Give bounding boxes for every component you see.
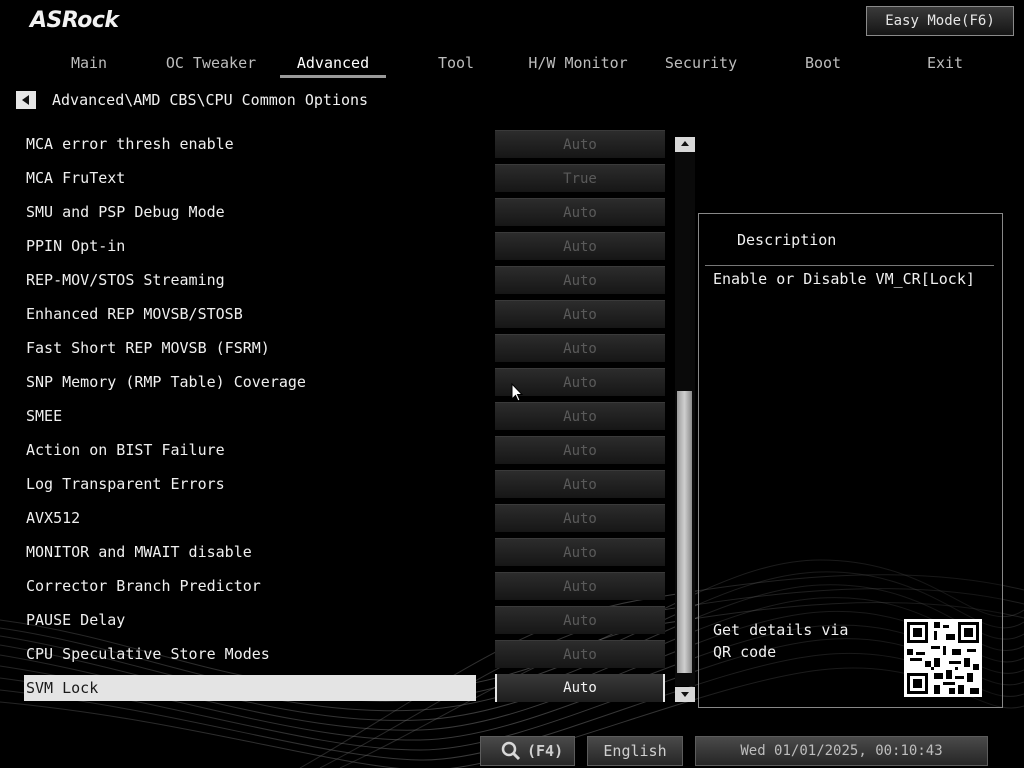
tab-boot[interactable]: Boot (762, 52, 884, 78)
setting-row[interactable]: SMEE (24, 403, 476, 429)
setting-value[interactable]: Auto (495, 402, 665, 430)
setting-label: PAUSE Delay (26, 611, 126, 629)
setting-row[interactable]: Fast Short REP MOVSB (FSRM) (24, 335, 476, 361)
setting-label: SNP Memory (RMP Table) Coverage (26, 373, 306, 391)
setting-row[interactable]: PAUSE Delay (24, 607, 476, 633)
setting-label: Action on BIST Failure (26, 441, 225, 459)
scroll-up-icon[interactable] (675, 137, 695, 152)
setting-value[interactable]: Auto (495, 130, 665, 158)
setting-row[interactable]: Log Transparent Errors (24, 471, 476, 497)
setting-value[interactable]: Auto (495, 504, 665, 532)
setting-label: PPIN Opt-in (26, 237, 126, 255)
tab-exit[interactable]: Exit (884, 52, 1006, 78)
setting-value[interactable]: Auto (495, 606, 665, 634)
breadcrumb: Advanced\AMD CBS\CPU Common Options (52, 91, 369, 109)
setting-value[interactable]: Auto (495, 300, 665, 328)
description-title: Description (737, 231, 837, 249)
mouse-cursor-icon (511, 383, 523, 402)
back-arrow-icon[interactable] (16, 91, 36, 109)
setting-label: REP-MOV/STOS Streaming (26, 271, 225, 289)
setting-label: Corrector Branch Predictor (26, 577, 261, 595)
setting-value[interactable]: True (495, 164, 665, 192)
setting-label: Log Transparent Errors (26, 475, 225, 493)
setting-row[interactable]: MONITOR and MWAIT disable (24, 539, 476, 565)
scrollbar-thumb[interactable] (677, 391, 692, 673)
setting-label: SMU and PSP Debug Mode (26, 203, 225, 221)
tab-main[interactable]: Main (28, 52, 150, 78)
tab-advanced[interactable]: Advanced (272, 52, 394, 78)
setting-label: Enhanced REP MOVSB/STOSB (26, 305, 243, 323)
setting-row[interactable]: REP-MOV/STOS Streaming (24, 267, 476, 293)
setting-label: AVX512 (26, 509, 81, 527)
setting-value[interactable]: Auto (495, 334, 665, 362)
search-key-label: (F4) (527, 742, 564, 760)
setting-row[interactable]: PPIN Opt-in (24, 233, 476, 259)
setting-label: SVM Lock (26, 679, 99, 697)
setting-value[interactable]: Auto (495, 232, 665, 260)
easy-mode-button[interactable]: Easy Mode(F6) (866, 6, 1014, 36)
setting-value[interactable]: Auto (495, 266, 665, 294)
tab-tool[interactable]: Tool (395, 52, 517, 78)
main-tabs: Main OC Tweaker Advanced Tool H/W Monito… (28, 52, 1024, 78)
setting-row[interactable]: AVX512 (24, 505, 476, 531)
setting-label: MCA error thresh enable (26, 135, 234, 153)
datetime-display: Wed 01/01/2025, 00:10:43 (695, 736, 988, 766)
setting-row[interactable]: MCA FruText (24, 165, 476, 191)
setting-label: MCA FruText (26, 169, 126, 187)
qr-code-icon (904, 619, 982, 697)
setting-row[interactable]: SMU and PSP Debug Mode (24, 199, 476, 225)
description-panel: Description Enable or Disable VM_CR[Lock… (698, 213, 1003, 708)
language-button[interactable]: English (587, 736, 683, 766)
description-divider (705, 265, 994, 266)
magnifier-icon (501, 741, 521, 761)
search-button[interactable]: (F4) (480, 736, 575, 766)
setting-value[interactable]: Auto (495, 198, 665, 226)
setting-row[interactable]: Action on BIST Failure (24, 437, 476, 463)
setting-value[interactable]: Auto (495, 640, 665, 668)
setting-row[interactable]: CPU Speculative Store Modes (24, 641, 476, 667)
setting-row[interactable]: SNP Memory (RMP Table) Coverage (24, 369, 476, 395)
scroll-down-icon[interactable] (675, 687, 695, 702)
setting-value[interactable]: Auto (495, 470, 665, 498)
asrock-logo: ASRock (30, 8, 119, 33)
tab-oc-tweaker[interactable]: OC Tweaker (150, 52, 272, 78)
setting-label: CPU Speculative Store Modes (26, 645, 270, 663)
qr-caption: Get details via QR code (713, 621, 849, 661)
setting-label: SMEE (26, 407, 63, 425)
setting-row[interactable]: Corrector Branch Predictor (24, 573, 476, 599)
setting-value[interactable]: Auto (495, 436, 665, 464)
setting-value[interactable]: Auto (495, 572, 665, 600)
setting-label: Fast Short REP MOVSB (FSRM) (26, 339, 270, 357)
tab-hw-monitor[interactable]: H/W Monitor (517, 52, 639, 78)
setting-row[interactable]: MCA error thresh enable (24, 131, 476, 157)
setting-value[interactable]: Auto (495, 538, 665, 566)
setting-label: MONITOR and MWAIT disable (26, 543, 252, 561)
setting-value-selected[interactable]: Auto (495, 674, 665, 702)
description-text: Enable or Disable VM_CR[Lock] (713, 270, 975, 288)
tab-security[interactable]: Security (640, 52, 762, 78)
setting-row-selected[interactable]: SVM Lock (24, 675, 476, 701)
setting-row[interactable]: Enhanced REP MOVSB/STOSB (24, 301, 476, 327)
